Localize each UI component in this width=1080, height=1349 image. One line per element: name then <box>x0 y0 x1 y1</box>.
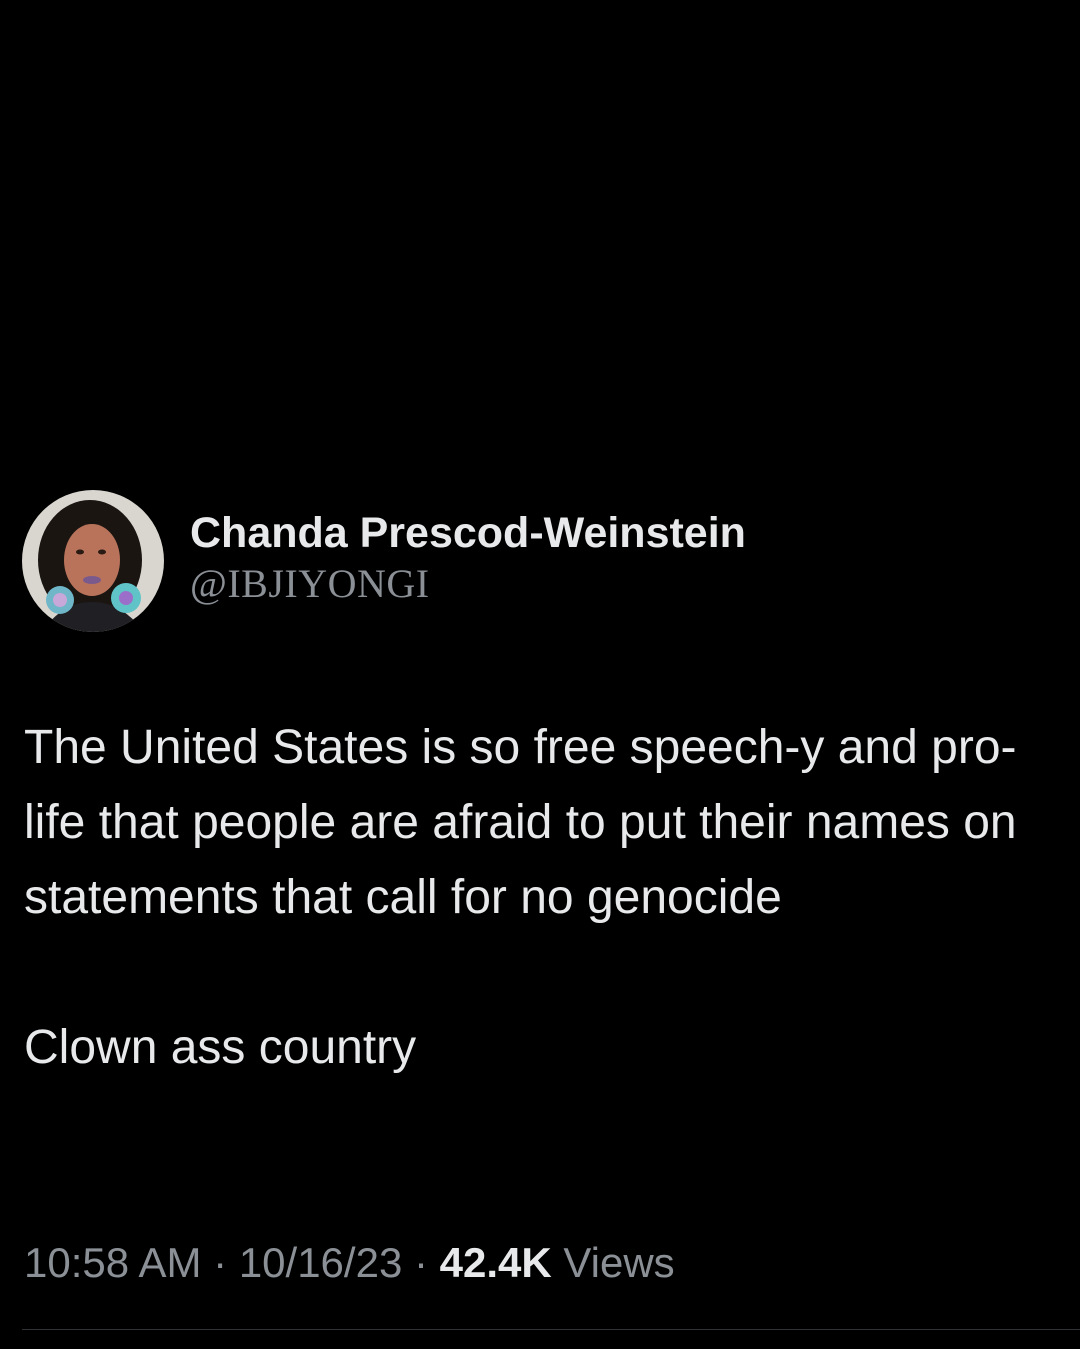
meta-separator: · <box>413 1239 428 1286</box>
tweet-card: Chanda Prescod-Weinstein @IBJIYONGI The … <box>0 0 1080 1349</box>
divider <box>22 1329 1080 1330</box>
tweet-paragraph: The United States is so free speech-y an… <box>24 721 1017 924</box>
tweet-meta: 10:58 AM · 10/16/23 · 42.4K Views <box>24 1235 675 1291</box>
tweet-paragraph: Clown ass country <box>24 1021 417 1074</box>
views-count[interactable]: 42.4K <box>440 1239 552 1286</box>
author-display-name[interactable]: Chanda Prescod-Weinstein <box>190 507 746 559</box>
avatar[interactable] <box>22 490 164 632</box>
views-label: Views <box>563 1239 675 1286</box>
meta-separator: · <box>213 1239 228 1286</box>
tweet-date[interactable]: 10/16/23 <box>239 1239 403 1286</box>
tweet-time[interactable]: 10:58 AM <box>24 1239 201 1286</box>
author-names: Chanda Prescod-Weinstein @IBJIYONGI <box>190 507 746 609</box>
profile-photo-icon <box>22 490 164 632</box>
tweet-header: Chanda Prescod-Weinstein @IBJIYONGI <box>22 490 746 632</box>
tweet-text: The United States is so free speech-y an… <box>24 710 1054 1085</box>
author-handle[interactable]: @IBJIYONGI <box>190 559 746 609</box>
